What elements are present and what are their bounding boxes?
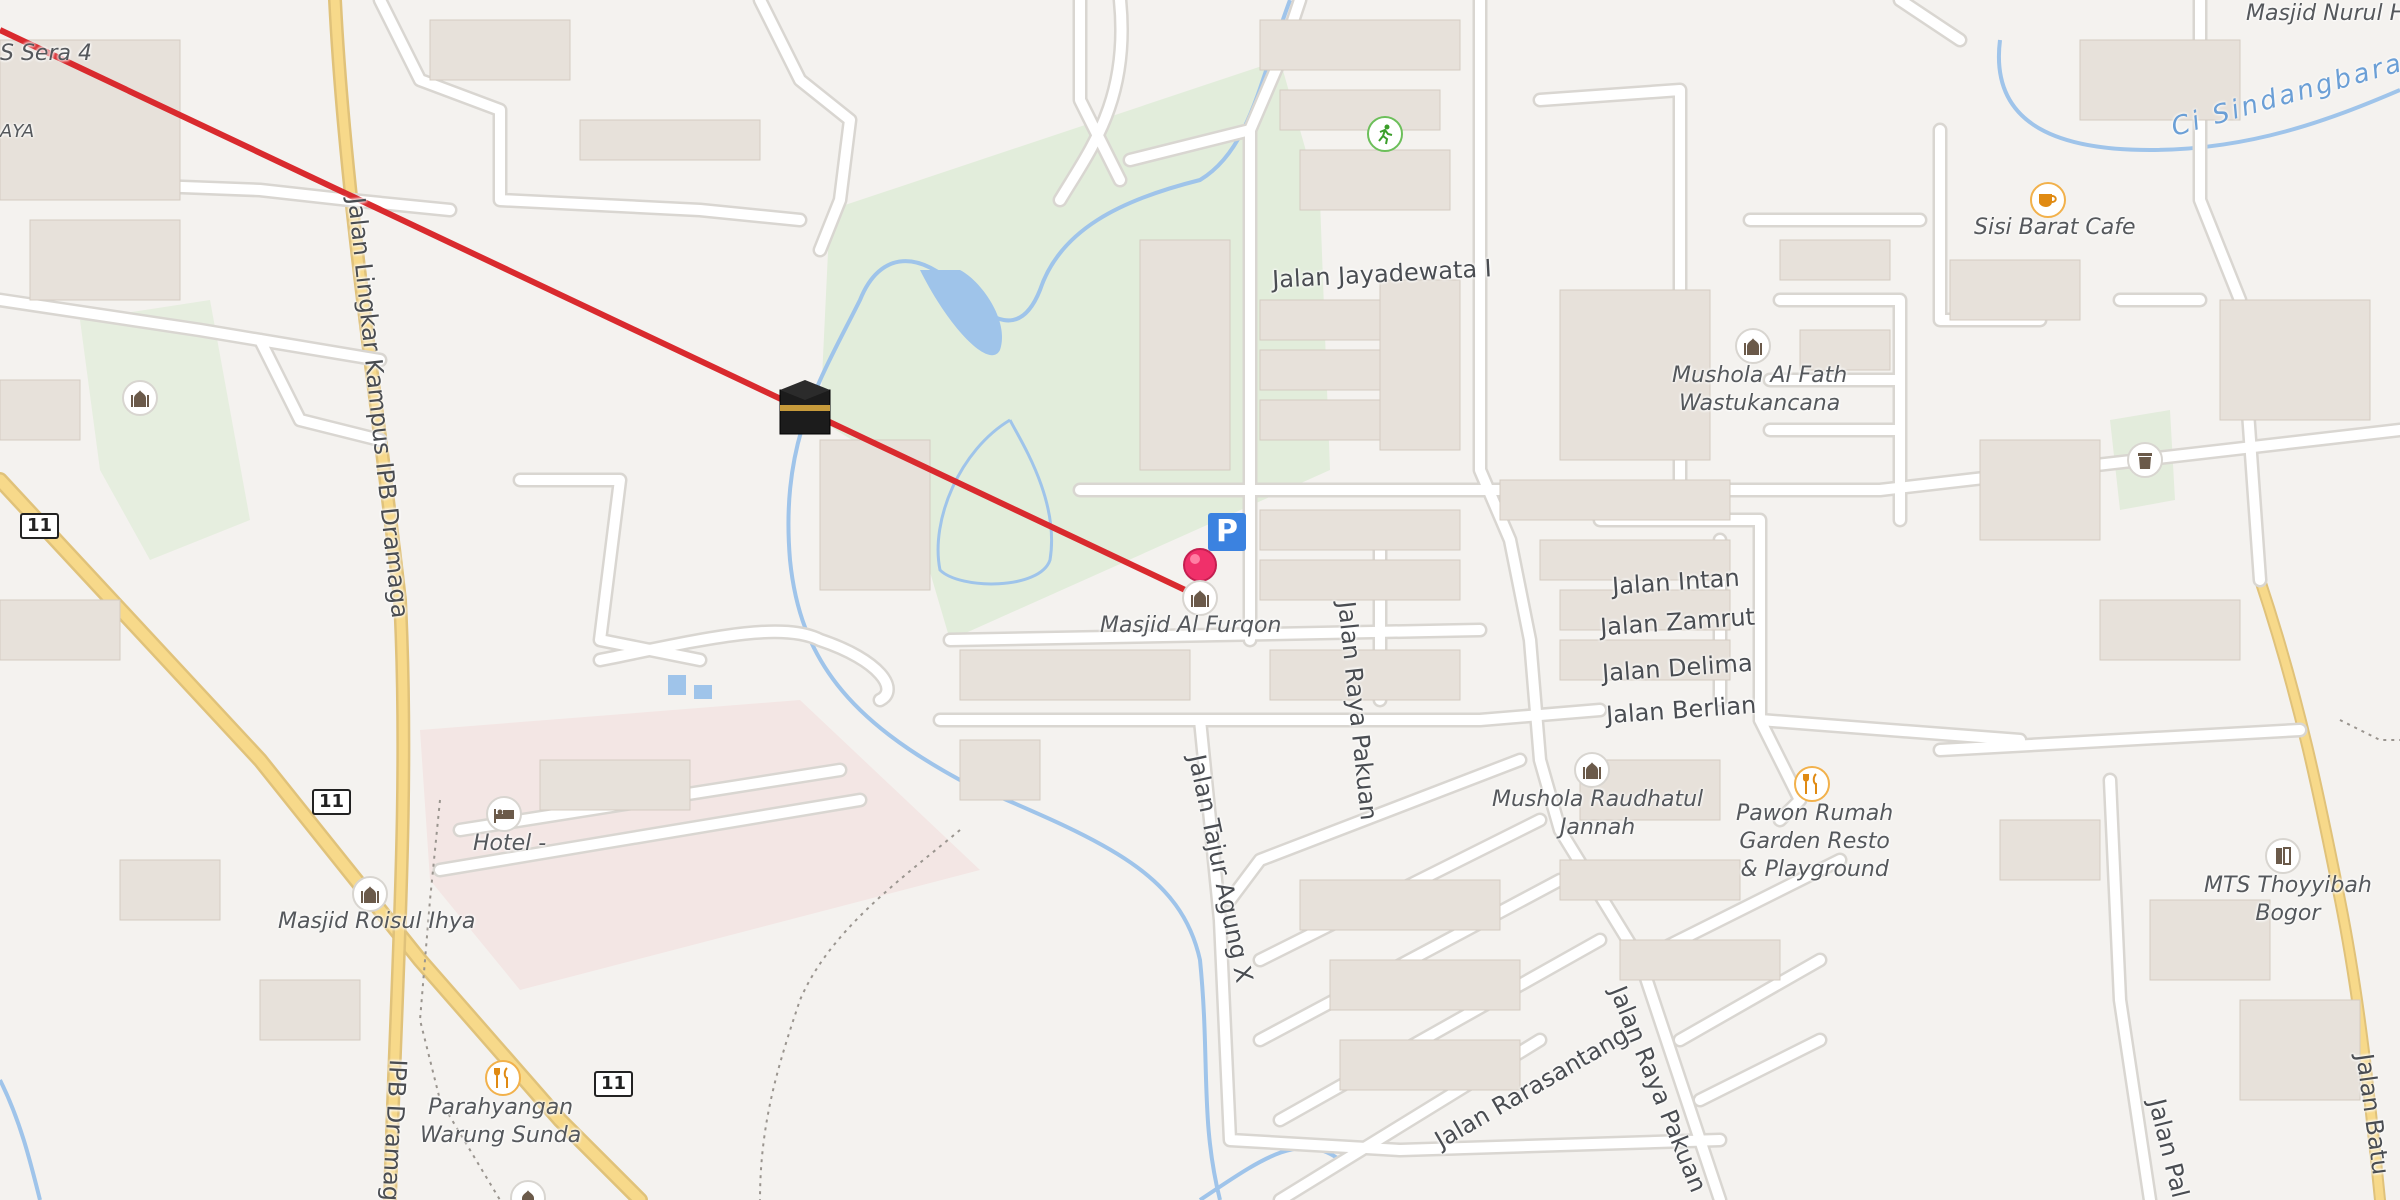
- route-shield: 11: [594, 1071, 634, 1097]
- place-label-line: Bogor: [2255, 901, 2321, 926]
- place-label-sisi-barat-cafe: Sisi Barat Cafe: [1974, 215, 2136, 240]
- place-label-line: Pawon Rumah: [1736, 801, 1894, 826]
- cafe-icon[interactable]: [2030, 182, 2066, 218]
- place-label-mts: MTS Thoyyibah Bogor: [2204, 872, 2372, 928]
- school-icon[interactable]: [2265, 838, 2301, 874]
- mosque-icon[interactable]: [352, 876, 388, 912]
- place-label-pawon: Pawon Rumah Garden Resto & Playground: [1736, 800, 1893, 884]
- map-view[interactable]: P 11 11 11 Masjid Al Furqon Masjid Roisu…: [0, 0, 2400, 1200]
- place-label-line: Parahyangan: [428, 1095, 574, 1120]
- restaurant-icon[interactable]: [485, 1060, 521, 1096]
- parking-icon[interactable]: P: [1208, 513, 1246, 551]
- place-label-sera: S Sera 4: [0, 41, 92, 66]
- place-label-mushola-raudhatul: Mushola Raudhatul Jannah: [1492, 786, 1703, 842]
- place-label-line: Mushola Al Fath: [1672, 363, 1848, 388]
- place-label-masjid-roisul-ihya: Masjid Roisul Ihya: [278, 909, 476, 934]
- restaurant-icon[interactable]: [1794, 766, 1830, 802]
- sports-icon[interactable]: [1367, 116, 1403, 152]
- place-label-aya: AYA: [0, 121, 35, 142]
- place-label-line: MTS Thoyyibah: [2204, 873, 2372, 898]
- place-label-mushola-al-fath: Mushola Al Fath Wastukancana: [1672, 362, 1847, 418]
- place-label-hotel: Hotel -: [473, 831, 547, 856]
- place-label-line: Warung Sunda: [420, 1123, 582, 1148]
- place-label-masjid-nurul: Masjid Nurul H: [2246, 1, 2400, 26]
- place-label-parahyangan: Parahyangan Warung Sunda: [420, 1094, 581, 1150]
- route-shield: 11: [20, 513, 60, 539]
- mosque-icon[interactable]: [1182, 580, 1218, 616]
- place-label-line: Garden Resto: [1739, 829, 1890, 854]
- place-label-line: & Playground: [1740, 857, 1889, 882]
- place-label-line: Jannah: [1559, 815, 1636, 840]
- waste-basket-icon[interactable]: [2127, 442, 2163, 478]
- kaaba-icon: [779, 380, 831, 435]
- hotel-icon[interactable]: [486, 796, 522, 832]
- mosque-icon[interactable]: [1735, 328, 1771, 364]
- mosque-icon[interactable]: [122, 380, 158, 416]
- place-label-line: Mushola Raudhatul: [1492, 787, 1704, 812]
- route-shield: 11: [312, 789, 352, 815]
- place-label-masjid-al-furqon: Masjid Al Furqon: [1100, 613, 1282, 638]
- mosque-icon[interactable]: [1574, 752, 1610, 788]
- place-label-line: Wastukancana: [1679, 391, 1841, 416]
